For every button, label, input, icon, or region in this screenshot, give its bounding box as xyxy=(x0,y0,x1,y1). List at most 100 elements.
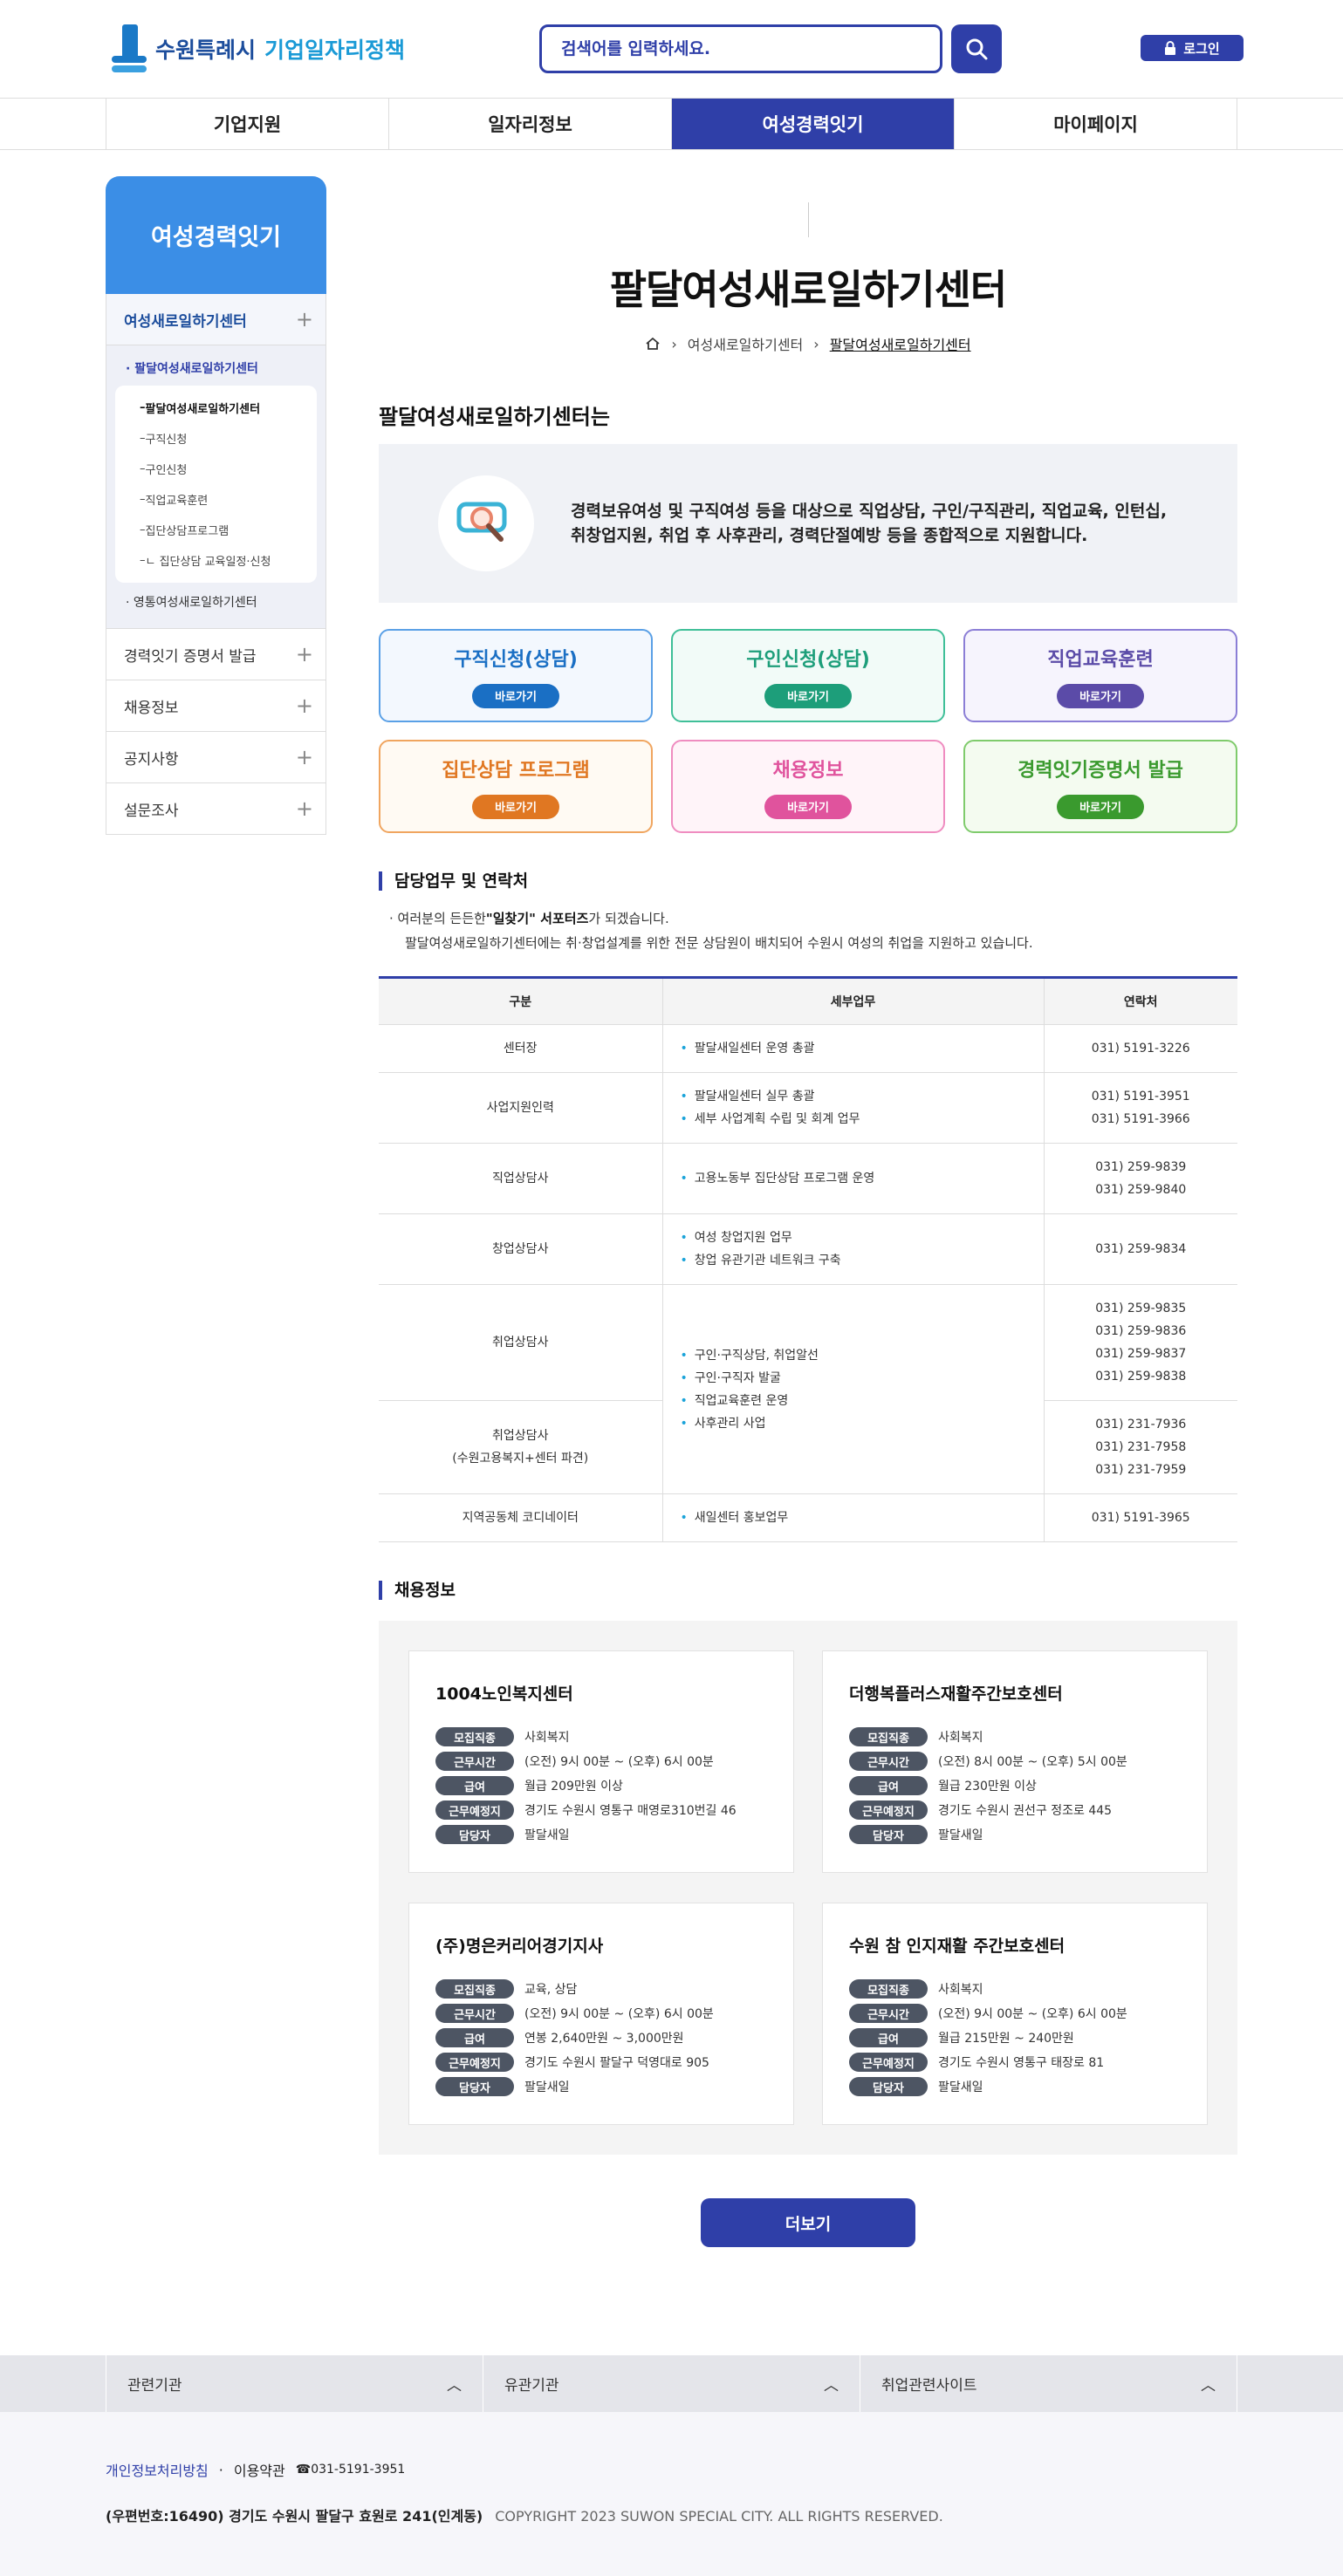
lnb-submenu: · 팔달여성새로일하기센터 – 팔달여성새로일하기센터 – 구직신청 – 구인신… xyxy=(106,345,326,629)
main-content: 팔달여성새로일하기센터 › 여성새로일하기센터 › 팔달여성새로일하기센터 팔달… xyxy=(379,150,1237,2355)
lnb-item-women-center[interactable]: 여성새로일하기센터 + xyxy=(106,294,326,345)
plus-icon: + xyxy=(295,642,313,666)
more-button[interactable]: 더보기 xyxy=(701,2198,915,2247)
plus-icon: + xyxy=(295,694,313,718)
gnb-item-company-support[interactable]: 기업지원 xyxy=(106,99,389,149)
intro-text: 경력보유여성 및 구직여성 등을 대상으로 직업상담, 구인/구직관리, 직업교… xyxy=(571,502,1168,545)
lnb-sub-item[interactable]: – 팔달여성새로일하기센터 xyxy=(140,393,317,423)
contact-table: 구분 세부업무 연락처 센터장 • 팔달새일센터 운영 총괄 031) 5191-… xyxy=(379,976,1237,1542)
logo-title: 기업일자리정책 xyxy=(264,38,406,63)
job-card[interactable]: 더행복플러스재활주간보호센터 모집직종 사회복지 근무시간 (오전) 8시 00분 … xyxy=(822,1650,1208,1873)
job-name: 수원 참 인지재활 주간보호센터 xyxy=(849,1937,1065,1956)
title-divider xyxy=(807,202,809,237)
lnb-item-recruit[interactable]: 채용정보 + xyxy=(106,680,326,732)
search-button[interactable] xyxy=(951,24,1002,73)
go-button[interactable]: 바로가기 xyxy=(1057,683,1144,708)
lnb-sub-item[interactable]: – 구직신청 xyxy=(140,423,317,454)
quick-link-training[interactable]: 직업교육훈련 바로가기 xyxy=(963,629,1237,722)
search-icon xyxy=(966,38,988,60)
quick-link-title: 경력잇기증명서 발급 xyxy=(1018,759,1183,782)
footer-menu-job-sites[interactable]: 취업관련사이트 ︿ xyxy=(860,2355,1237,2412)
terms-link[interactable]: 이용약관 xyxy=(234,2459,285,2480)
footer-menu-affiliated[interactable]: 유관기관 ︿ xyxy=(483,2355,860,2412)
chevron-right-icon: › xyxy=(671,335,677,352)
quick-link-title: 채용정보 xyxy=(772,759,844,782)
breadcrumb: › 여성새로일하기센터 › 팔달여성새로일하기센터 xyxy=(379,333,1237,354)
breadcrumb-current[interactable]: 팔달여성새로일하기센터 xyxy=(830,333,971,354)
lnb-sub-item[interactable]: – 직업교육훈련 xyxy=(140,484,317,515)
plus-icon: + xyxy=(295,307,313,331)
site-logo[interactable]: 수원특례시 기업일자리정책 xyxy=(112,24,405,73)
quick-links: 구직신청(상담) 바로가기 구인신청(상담) 바로가기 직업교육훈련 바로가기 … xyxy=(379,629,1237,833)
gnb-item-job-info[interactable]: 일자리정보 xyxy=(389,99,672,149)
footer-menus: 관련기관 ︿ 유관기관 ︿ 취업관련사이트 ︿ xyxy=(0,2355,1343,2412)
footer-menu-related[interactable]: 관련기관 ︿ xyxy=(106,2355,483,2412)
gnb-item-women-career[interactable]: 여성경력잇기 xyxy=(672,99,955,149)
go-button[interactable]: 바로가기 xyxy=(1057,794,1144,819)
job-name: (주)명은커리어경기지사 xyxy=(435,1937,604,1956)
job-card[interactable]: 1004노인복지센터 모집직종 사회복지 근무시간 (오전) 9시 00분 ~ (오… xyxy=(408,1650,794,1873)
go-button[interactable]: 바로가기 xyxy=(472,683,559,708)
chevron-right-icon: › xyxy=(813,335,819,352)
lnb-item-label: 경력잇기 증명서 발급 xyxy=(124,647,257,666)
table-row: 사업지원인력 • 팔달새일센터 실무 총괄 • 세부 사업계획 수립 및 회계 업무… xyxy=(379,1072,1237,1144)
go-button[interactable]: 바로가기 xyxy=(472,794,559,819)
contact-heading: 담당업무 및 연락처 xyxy=(379,871,1237,891)
lnb-item-label: 여성새로일하기센터 xyxy=(124,312,247,331)
quick-link-title: 구인신청(상담) xyxy=(746,648,870,671)
quick-link-job-info[interactable]: 채용정보 바로가기 xyxy=(671,740,945,833)
job-card[interactable]: (주)명은커리어경기지사 모집직종 교육, 상담 근무시간 (오전) 9시 00분 … xyxy=(408,1903,794,2125)
chevron-up-icon: ︿ xyxy=(1201,2377,1216,2395)
breadcrumb-item[interactable]: 여성새로일하기센터 xyxy=(688,333,803,354)
login-label: 로그인 xyxy=(1183,40,1220,57)
lock-icon xyxy=(1165,41,1176,55)
search-input[interactable] xyxy=(539,24,942,73)
table-header: 세부업무 xyxy=(661,976,1044,1025)
lighthouse-logo-icon xyxy=(112,24,147,73)
lnb-item-notice[interactable]: 공지사항 + xyxy=(106,732,326,783)
intro-heading: 팔달여성새로일하기센터는 xyxy=(379,405,610,429)
site-header: 수원특례시 기업일자리정책 로그인 xyxy=(0,0,1343,98)
quick-link-job-seek[interactable]: 구직신청(상담) 바로가기 xyxy=(379,629,653,722)
job-card[interactable]: 수원 참 인지재활 주간보호센터 모집직종 사회복지 근무시간 (오전) 9시 00… xyxy=(822,1903,1208,2125)
go-button[interactable]: 바로가기 xyxy=(764,794,852,819)
chevron-up-icon: ︿ xyxy=(824,2377,839,2395)
plus-icon: + xyxy=(295,796,313,821)
quick-link-title: 직업교육훈련 xyxy=(1047,648,1154,671)
quick-link-recruit[interactable]: 구인신청(상담) 바로가기 xyxy=(671,629,945,722)
search-bar xyxy=(539,24,1002,73)
magnifier-icon xyxy=(438,475,534,571)
lnb-sub-item[interactable]: – 집단상담프로그램 xyxy=(140,515,317,545)
copyright: COPYRIGHT 2023 SUWON SPECIAL CITY. ALL R… xyxy=(495,2508,943,2525)
phone-number: ☎031-5191-3951 xyxy=(295,2463,406,2477)
logo-city: 수원특례시 xyxy=(155,38,257,63)
side-navigation: 여성경력잇기 여성새로일하기센터 + · 팔달여성새로일하기센터 – 팔달여성새… xyxy=(106,176,326,2355)
jobs-heading: 채용정보 xyxy=(379,1581,1237,1600)
lnb-item-certificate[interactable]: 경력잇기 증명서 발급 + xyxy=(106,629,326,680)
lnb-item-survey[interactable]: 설문조사 + xyxy=(106,783,326,835)
lnb-title: 여성경력잇기 xyxy=(106,176,326,294)
job-name: 더행복플러스재활주간보호센터 xyxy=(849,1684,1063,1704)
footer-info: 개인정보처리방침 · 이용약관 ☎031-5191-3951 (우편번호:164… xyxy=(0,2412,1343,2576)
privacy-link[interactable]: 개인정보처리방침 xyxy=(106,2459,209,2480)
quick-link-group-counsel[interactable]: 집단상담 프로그램 바로가기 xyxy=(379,740,653,833)
footer-address: (우편번호:16490) 경기도 수원시 팔달구 효원로 241(인계동) COP… xyxy=(106,2508,943,2525)
intro-box: 경력보유여성 및 구직여성 등을 대상으로 직업상담, 구인/구직관리, 직업교… xyxy=(379,444,1237,603)
home-icon[interactable] xyxy=(645,337,661,351)
plus-icon: + xyxy=(295,745,313,769)
table-row: 직업상담사 • 고용노동부 집단상담 프로그램 운영 031) 259-9839 0… xyxy=(379,1143,1237,1214)
quick-link-title: 집단상담 프로그램 xyxy=(442,759,590,782)
table-header: 구분 xyxy=(379,976,662,1025)
table-header: 연락처 xyxy=(1043,976,1237,1025)
go-button[interactable]: 바로가기 xyxy=(764,683,852,708)
lnb-sub-yeongtong[interactable]: · 영통여성새로일하기센터 xyxy=(115,583,317,619)
gnb-item-mypage[interactable]: 마이페이지 xyxy=(955,99,1237,149)
table-row: 창업상담사 • 여성 창업지원 업무 • 창업 유관기관 네트워크 구축 031) … xyxy=(379,1213,1237,1285)
quick-link-title: 구직신청(상담) xyxy=(454,648,578,671)
lnb-sub-item[interactable]: – ㄴ 집단상담 교육일정·신청 xyxy=(140,545,317,576)
lnb-sub-paldal[interactable]: · 팔달여성새로일하기센터 xyxy=(115,358,317,386)
lnb-item-label: 공지사항 xyxy=(124,750,179,769)
lnb-sub-item[interactable]: – 구인신청 xyxy=(140,454,317,484)
login-button[interactable]: 로그인 xyxy=(1141,35,1244,61)
quick-link-certificate[interactable]: 경력잇기증명서 발급 바로가기 xyxy=(963,740,1237,833)
